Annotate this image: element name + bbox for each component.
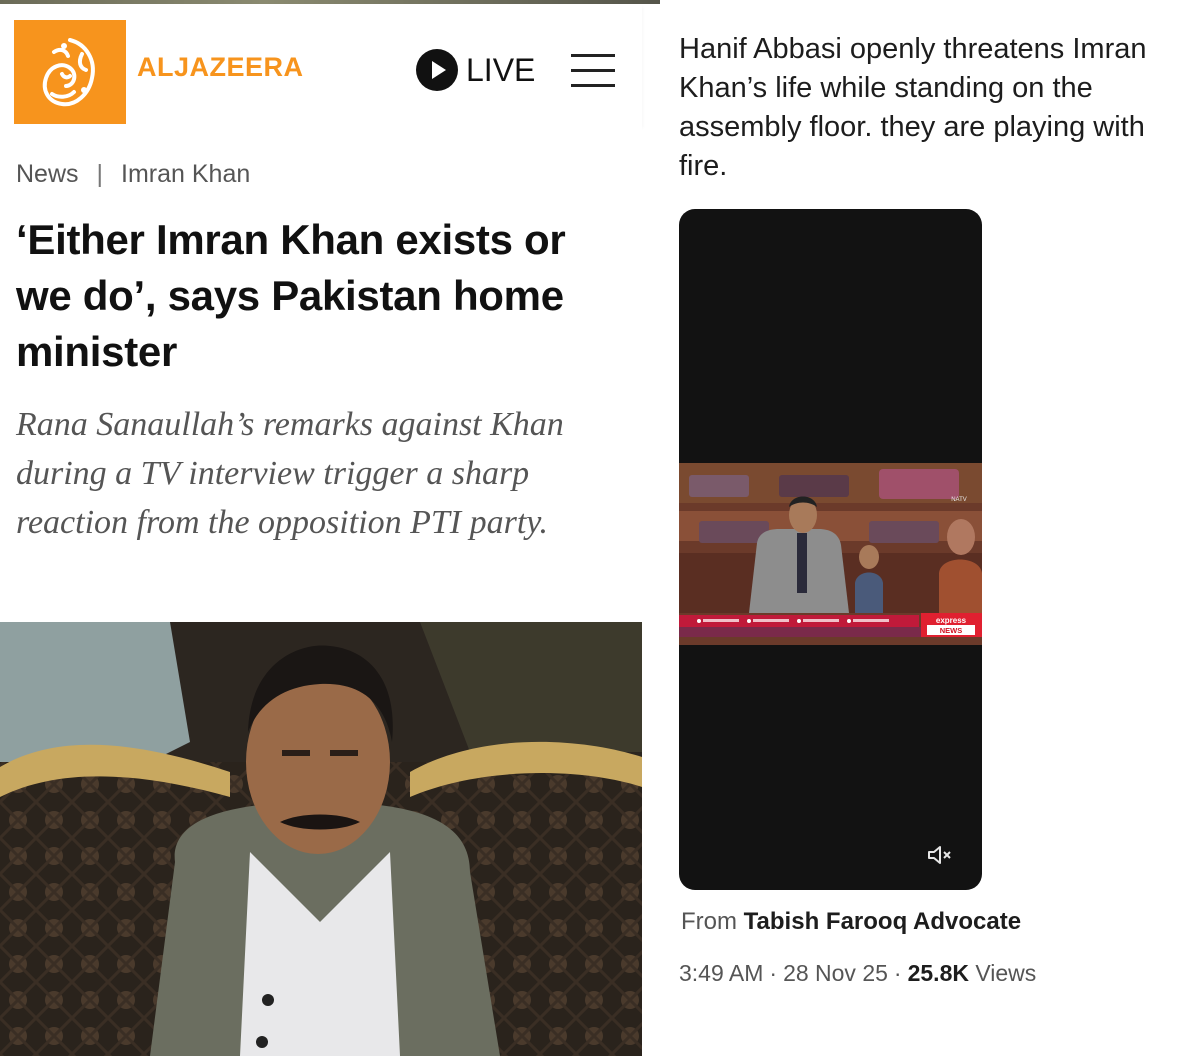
tweet-video-player[interactable]: express NEWS NATV bbox=[679, 209, 982, 890]
breadcrumb-news-link[interactable]: News bbox=[16, 160, 79, 189]
breadcrumb-separator: | bbox=[96, 160, 104, 188]
site-header: ALJAZEERA LIVE bbox=[0, 4, 642, 125]
assembly-video-frame: express NEWS NATV bbox=[679, 463, 982, 645]
rana-sanaullah-photo bbox=[0, 622, 642, 1056]
play-icon bbox=[416, 49, 458, 91]
svg-text:NATV: NATV bbox=[951, 497, 967, 503]
views-count: 25.8K bbox=[907, 960, 969, 986]
live-button[interactable]: LIVE bbox=[416, 48, 535, 92]
source-account-link[interactable]: Tabish Farooq Advocate bbox=[744, 908, 1021, 935]
brand-name[interactable]: ALJAZEERA bbox=[137, 52, 304, 83]
mute-icon[interactable] bbox=[927, 844, 953, 866]
tweet-time[interactable]: 3:49 AM bbox=[679, 960, 763, 987]
live-label: LIVE bbox=[466, 51, 536, 88]
breadcrumb: News | Imran Khan bbox=[16, 160, 250, 189]
tweet-date[interactable]: 28 Nov 25 bbox=[783, 960, 888, 987]
article-headline: ‘Either Imran Khan exists or we do’, say… bbox=[16, 216, 566, 375]
tweet-metadata: 3:49 AM · 28 Nov 25 · 25.8K Views bbox=[679, 960, 1036, 987]
article-photo bbox=[0, 622, 642, 1056]
article-header: News | Imran Khan ‘Either Imran Khan exi… bbox=[0, 124, 642, 606]
aljazeera-calligraphy-icon bbox=[42, 38, 95, 107]
views-stat[interactable]: 25.8K Views bbox=[908, 960, 1037, 987]
aljazeera-logo[interactable] bbox=[14, 20, 126, 124]
source-prefix: From bbox=[681, 908, 737, 935]
tweet-screenshot: Hanif Abbasi openly threatens Imran Khan… bbox=[660, 0, 1200, 1056]
meta-separator: · bbox=[893, 960, 902, 986]
breadcrumb-topic-link[interactable]: Imran Khan bbox=[121, 160, 250, 189]
tweet-text: Hanif Abbasi openly threatens Imran Khan… bbox=[679, 33, 1147, 182]
video-source-attribution: From Tabish Farooq Advocate bbox=[681, 908, 1021, 936]
express-news-logo-text: express bbox=[936, 616, 967, 625]
hamburger-menu-icon[interactable] bbox=[571, 54, 615, 88]
views-label: Views bbox=[975, 960, 1037, 986]
aljazeera-article-screenshot: ALJAZEERA LIVE News | Imran Khan ‘Either… bbox=[0, 0, 660, 1056]
meta-separator: · bbox=[769, 960, 778, 986]
article-summary: Rana Sanaullah’s remarks against Khan du… bbox=[16, 406, 564, 541]
svg-text:NEWS: NEWS bbox=[940, 626, 963, 635]
